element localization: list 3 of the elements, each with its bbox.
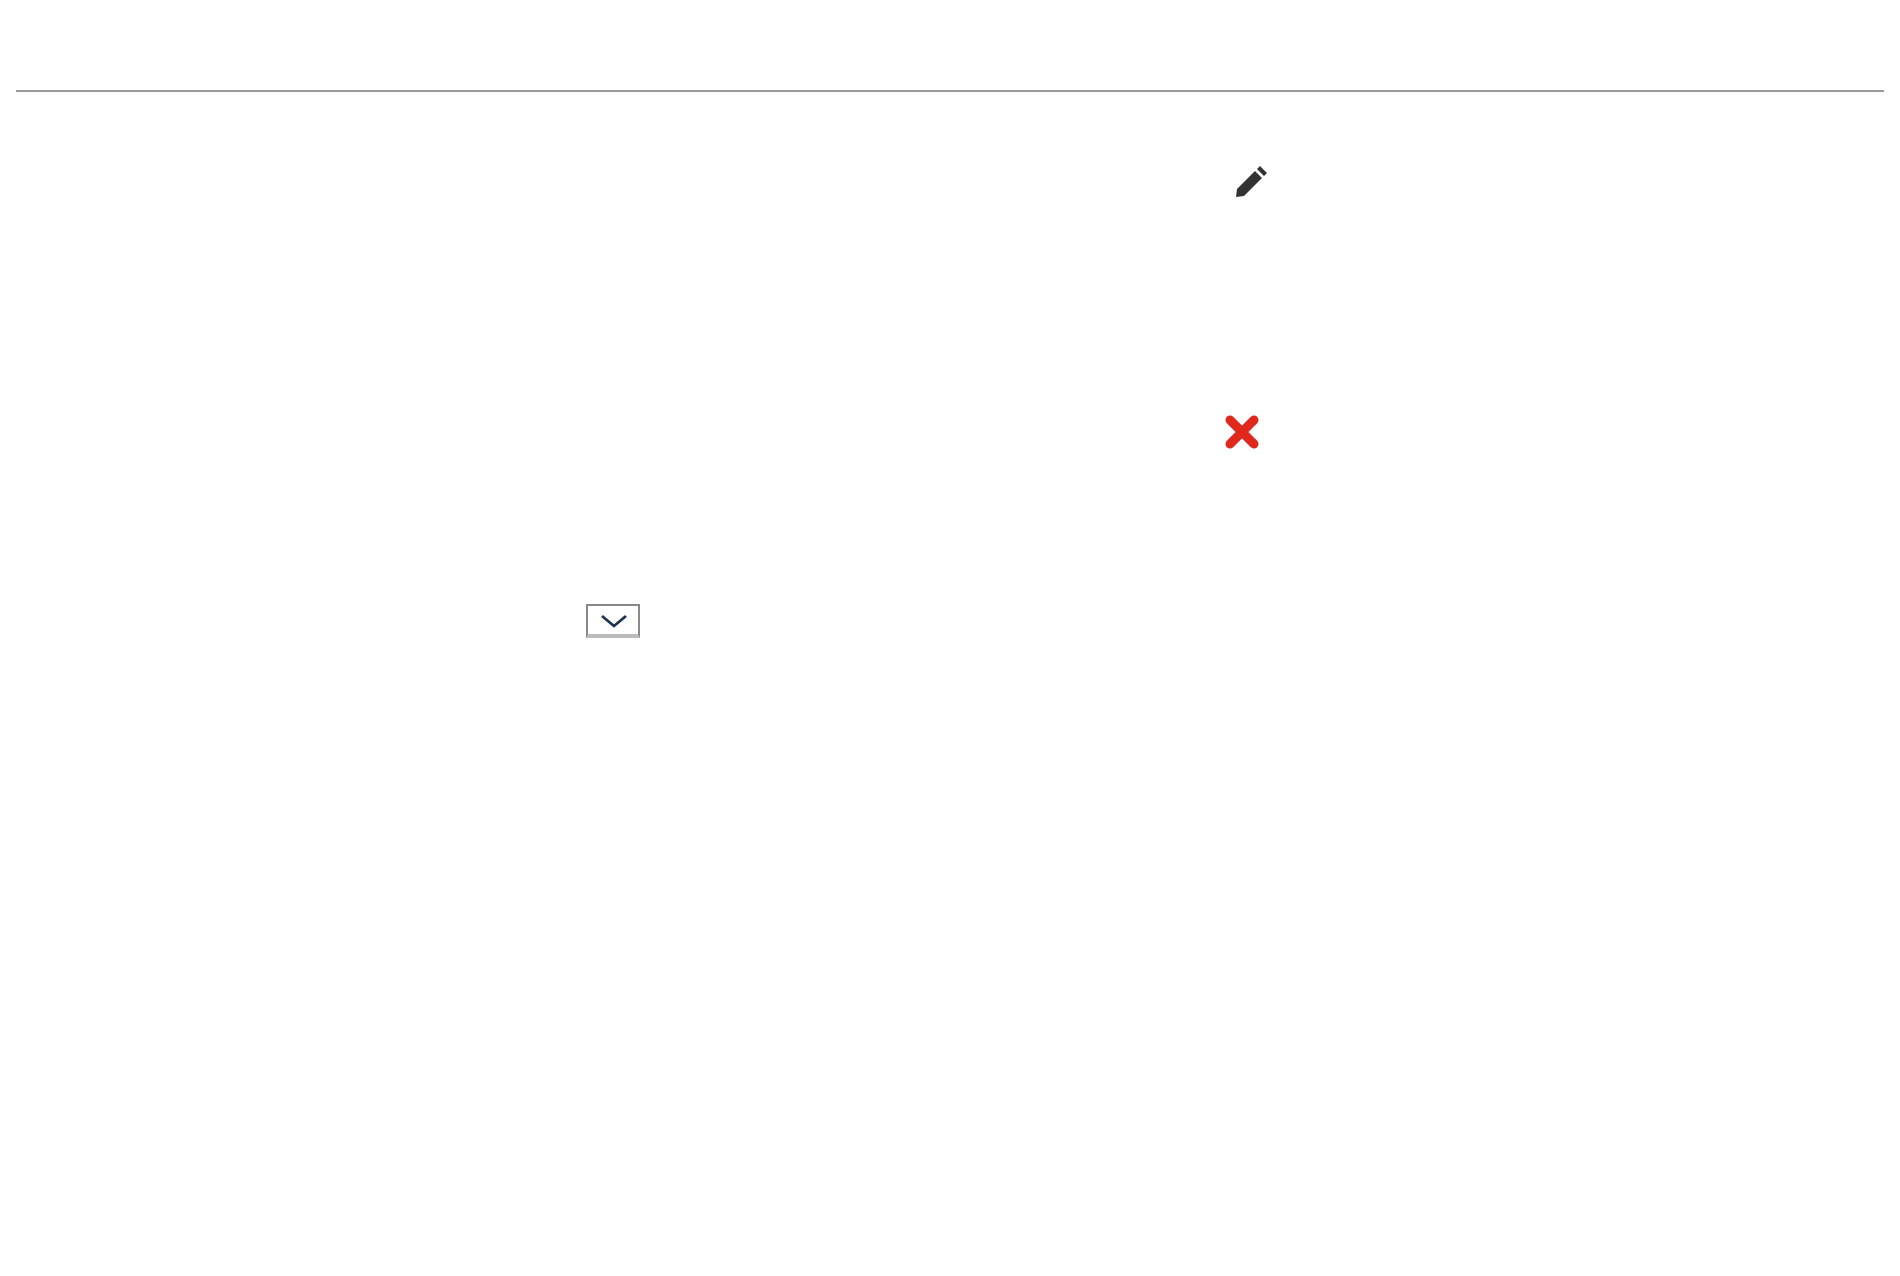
close-icon[interactable] bbox=[1224, 414, 1260, 450]
dropdown-button[interactable] bbox=[586, 604, 640, 638]
pencil-icon[interactable] bbox=[1234, 164, 1270, 198]
